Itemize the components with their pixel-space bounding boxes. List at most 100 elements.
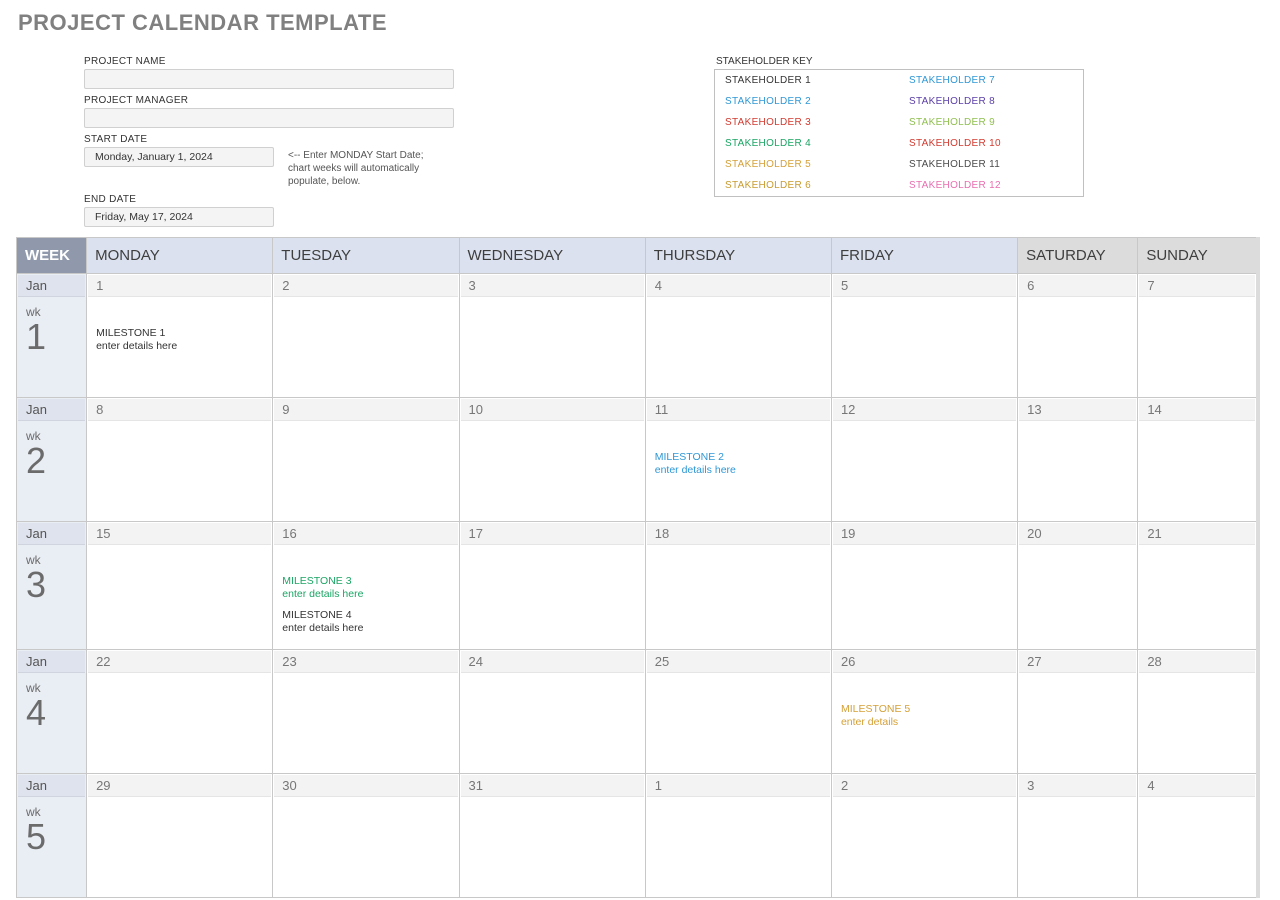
- day-number: 10: [461, 399, 644, 421]
- day-cell[interactable]: 7: [1138, 274, 1258, 398]
- day-number: 5: [833, 275, 1016, 297]
- day-cell[interactable]: 16 MILESTONE 3enter details here MILESTONE…: [273, 522, 459, 650]
- stakeholder-key-label: STAKEHOLDER KEY: [716, 56, 1084, 67]
- day-cell[interactable]: 31: [459, 773, 645, 897]
- week-month: Jan: [18, 523, 85, 545]
- day-number: 15: [88, 523, 271, 545]
- stakeholder-key-item: STAKEHOLDER 2: [715, 91, 899, 112]
- day-cell[interactable]: 22: [87, 649, 273, 773]
- day-cell[interactable]: 24: [459, 649, 645, 773]
- page-title: PROJECT CALENDAR TEMPLATE: [18, 10, 1264, 36]
- week-cell: Janwk5: [17, 773, 87, 897]
- week-number: 5: [18, 819, 85, 861]
- day-cell[interactable]: 15: [87, 522, 273, 650]
- day-cell[interactable]: 25: [645, 649, 831, 773]
- calendar-event[interactable]: MILESTONE 2enter details here: [655, 451, 822, 477]
- day-cell[interactable]: 4: [1138, 773, 1258, 897]
- day-number: 8: [88, 399, 271, 421]
- week-number: 4: [18, 695, 85, 737]
- day-cell[interactable]: 14: [1138, 398, 1258, 522]
- week-month: Jan: [18, 775, 85, 797]
- day-header: TUESDAY: [273, 238, 459, 274]
- day-header: THURSDAY: [645, 238, 831, 274]
- day-number: 3: [461, 275, 644, 297]
- start-date-input[interactable]: Monday, January 1, 2024: [84, 147, 274, 167]
- day-number: 1: [88, 275, 271, 297]
- day-number: 16: [274, 523, 457, 545]
- day-number: 27: [1019, 651, 1136, 673]
- day-cell[interactable]: 27: [1018, 649, 1138, 773]
- stakeholder-key-item: STAKEHOLDER 12: [899, 175, 1083, 196]
- project-manager-label: PROJECT MANAGER: [84, 95, 534, 106]
- stakeholder-key-panel: STAKEHOLDER 1STAKEHOLDER 7STAKEHOLDER 2S…: [714, 69, 1084, 197]
- day-cell[interactable]: 26 MILESTONE 5enter details: [831, 649, 1017, 773]
- stakeholder-key-item: STAKEHOLDER 4: [715, 133, 899, 154]
- project-manager-input[interactable]: [84, 108, 454, 128]
- day-cell[interactable]: 18: [645, 522, 831, 650]
- day-cell[interactable]: 2: [273, 274, 459, 398]
- end-date-label: END DATE: [84, 194, 534, 205]
- week-number: 3: [18, 567, 85, 609]
- day-cell[interactable]: 6: [1018, 274, 1138, 398]
- day-cell[interactable]: 10: [459, 398, 645, 522]
- day-cell[interactable]: 11 MILESTONE 2enter details here: [645, 398, 831, 522]
- stakeholder-key-item: STAKEHOLDER 8: [899, 91, 1083, 112]
- day-cell[interactable]: 30: [273, 773, 459, 897]
- week-header: WEEK: [17, 238, 87, 274]
- day-cell[interactable]: 29: [87, 773, 273, 897]
- day-cell[interactable]: 2: [831, 773, 1017, 897]
- day-cell[interactable]: 17: [459, 522, 645, 650]
- calendar-event[interactable]: MILESTONE 3enter details here: [282, 575, 449, 601]
- stakeholder-key-item: STAKEHOLDER 7: [899, 70, 1083, 91]
- stakeholder-key-item: STAKEHOLDER 11: [899, 154, 1083, 175]
- day-cell[interactable]: 21: [1138, 522, 1258, 650]
- day-number: 17: [461, 523, 644, 545]
- day-number: 26: [833, 651, 1016, 673]
- day-cell[interactable]: 1: [645, 773, 831, 897]
- day-cell[interactable]: 13: [1018, 398, 1138, 522]
- project-name-input[interactable]: [84, 69, 454, 89]
- day-number: 2: [274, 275, 457, 297]
- day-cell[interactable]: 19: [831, 522, 1017, 650]
- day-cell[interactable]: 23: [273, 649, 459, 773]
- day-number: 14: [1139, 399, 1255, 421]
- day-number: 28: [1139, 651, 1255, 673]
- week-month: Jan: [18, 399, 85, 421]
- day-number: 20: [1019, 523, 1136, 545]
- calendar-event[interactable]: MILESTONE 5enter details: [841, 703, 1008, 729]
- end-date-input[interactable]: Friday, May 17, 2024: [84, 207, 274, 227]
- week-number: 2: [18, 443, 85, 485]
- calendar-event[interactable]: MILESTONE 1enter details here: [96, 327, 263, 353]
- day-cell[interactable]: 5: [831, 274, 1017, 398]
- day-cell[interactable]: 20: [1018, 522, 1138, 650]
- week-month: Jan: [18, 651, 85, 673]
- day-number: 30: [274, 775, 457, 797]
- day-number: 6: [1019, 275, 1136, 297]
- week-month: Jan: [18, 275, 85, 297]
- day-number: 22: [88, 651, 271, 673]
- project-name-label: PROJECT NAME: [84, 56, 534, 67]
- day-cell[interactable]: 3: [459, 274, 645, 398]
- stakeholder-key-item: STAKEHOLDER 10: [899, 133, 1083, 154]
- day-cell[interactable]: 9: [273, 398, 459, 522]
- stakeholder-key-item: STAKEHOLDER 3: [715, 112, 899, 133]
- metadata-panel: PROJECT NAME PROJECT MANAGER START DATE …: [84, 50, 1264, 227]
- day-cell[interactable]: 3: [1018, 773, 1138, 897]
- day-header: SUNDAY: [1138, 238, 1258, 274]
- stakeholder-key-item: STAKEHOLDER 9: [899, 112, 1083, 133]
- week-number: 1: [18, 319, 85, 361]
- stakeholder-key-item: STAKEHOLDER 5: [715, 154, 899, 175]
- day-number: 29: [88, 775, 271, 797]
- day-cell[interactable]: 12: [831, 398, 1017, 522]
- day-number: 1: [647, 775, 830, 797]
- day-cell[interactable]: 1 MILESTONE 1enter details here: [87, 274, 273, 398]
- calendar-event[interactable]: MILESTONE 4enter details here: [282, 609, 449, 635]
- day-cell[interactable]: 28: [1138, 649, 1258, 773]
- day-cell[interactable]: 8: [87, 398, 273, 522]
- week-cell: Janwk1: [17, 274, 87, 398]
- day-number: 3: [1019, 775, 1136, 797]
- week-cell: Janwk4: [17, 649, 87, 773]
- day-cell[interactable]: 4: [645, 274, 831, 398]
- day-number: 11: [647, 399, 830, 421]
- day-number: 31: [461, 775, 644, 797]
